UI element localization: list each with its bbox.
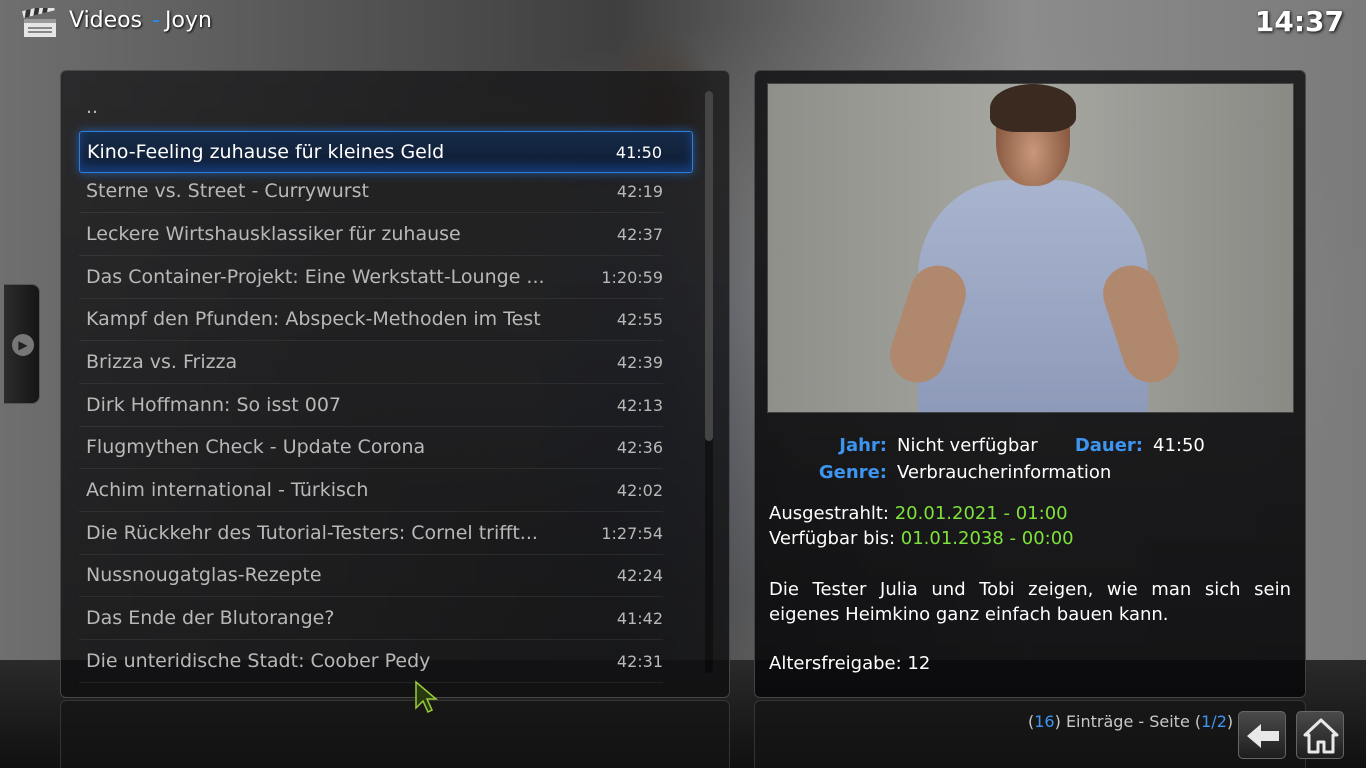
home-icon (1303, 718, 1339, 754)
year-value: Nicht verfügbar (897, 435, 1038, 456)
duration-value: 41:50 (1153, 435, 1205, 456)
list-item-duration: 42:36 (616, 438, 663, 457)
genre-value: Verbraucherinformation (897, 462, 1112, 483)
entries-paren: ) (1226, 712, 1234, 731)
list-item[interactable]: Das Container-Projekt: Eine Werkstatt-Lo… (79, 257, 663, 299)
back-button[interactable] (1238, 711, 1286, 759)
list-item-duration: 42:55 (616, 310, 663, 329)
aired-line: Ausgestrahlt: 20.01.2021 - 01:00 (769, 503, 1068, 524)
list-item-title: Das Container-Projekt: Eine Werkstatt-Lo… (86, 266, 545, 288)
list-item-duration: 42:19 (616, 182, 663, 201)
list-item-duration: 42:13 (616, 396, 663, 415)
list-item-parent[interactable]: .. (79, 87, 663, 129)
list-item-title: Dirk Hoffmann: So isst 007 (86, 394, 341, 416)
list-item-title: Das Ende der Blutorange? (86, 607, 335, 629)
available-label: Verfügbar bis: (769, 528, 896, 549)
info-panel: Jahr: Nicht verfügbar Dauer: 41:50 Genre… (754, 70, 1306, 698)
list-scrollbar[interactable] (705, 91, 713, 673)
list-item[interactable]: Sterne vs. Street - Currywurst 42:19 (79, 171, 663, 213)
list-item[interactable]: Achim international - Türkisch 42:02 (79, 470, 663, 512)
list-item-duration: 42:24 (616, 566, 663, 585)
lower-left-panel (60, 700, 730, 768)
clapperboard-icon (22, 8, 56, 37)
year-label: Jahr: (839, 435, 887, 456)
list-item-title: Achim international - Türkisch (86, 479, 369, 501)
list-item[interactable]: Flugmythen Check - Update Corona 42:36 (79, 427, 663, 469)
list-item-duration: 42:37 (616, 225, 663, 244)
back-arrow-icon (1247, 724, 1279, 748)
list-item-duration: 41:50 (615, 143, 662, 162)
list-item-title: Kampf den Pfunden: Abspeck-Methoden im T… (86, 308, 541, 330)
list-item-title: Leckere Wirtshausklassiker für zuhause (86, 223, 461, 245)
aired-label: Ausgestrahlt: (769, 503, 889, 524)
entries-count: (16) Einträge - Seite (1/2) (1028, 712, 1233, 731)
age-rating: Altersfreigabe: 12 (769, 653, 931, 674)
list-item[interactable]: Das Ende der Blutorange? 41:42 (79, 598, 663, 640)
list-item-title: Flugmythen Check - Update Corona (86, 436, 426, 458)
list-item-title: Kino-Feeling zuhause für kleines Geld (87, 141, 445, 163)
list-item[interactable]: Dirk Hoffmann: So isst 007 42:13 (79, 385, 663, 427)
side-menu-tab[interactable]: ▶ (4, 284, 40, 404)
home-button[interactable] (1296, 711, 1344, 759)
source-title: Joyn (165, 8, 212, 33)
list-item[interactable]: Die Rückkehr des Tutorial-Testers: Corne… (79, 513, 663, 555)
list-item-duration: 1:27:54 (601, 524, 663, 543)
window-title: Videos (69, 8, 143, 33)
list-item[interactable]: Brizza vs. Frizza 42:39 (79, 342, 663, 384)
entries-text: ) Einträge - Seite ( (1054, 712, 1202, 731)
duration-label: Dauer: (1074, 435, 1143, 456)
episode-thumbnail (767, 83, 1294, 413)
entries-number: 16 (1034, 712, 1055, 731)
parent-folder-label: .. (86, 96, 99, 118)
page-number: 1/2 (1201, 712, 1227, 731)
thumbnail-figure (990, 84, 1076, 132)
list-item[interactable]: Die unteridische Stadt: Coober Pedy 42:3… (79, 641, 663, 683)
available-line: Verfügbar bis: 01.01.2038 - 00:00 (769, 528, 1074, 549)
list-item-title: Die Rückkehr des Tutorial-Testers: Corne… (86, 522, 538, 544)
header: Videos - Joyn 14:37 (0, 0, 1366, 48)
list-item[interactable]: Kampf den Pfunden: Abspeck-Methoden im T… (79, 299, 663, 341)
list-item-title: Die unteridische Stadt: Coober Pedy (86, 650, 431, 672)
list-item-duration: 42:39 (616, 353, 663, 372)
list-item-duration: 42:02 (616, 481, 663, 500)
plot-text: Die Tester Julia und Tobi zeigen, wie ma… (769, 579, 1291, 625)
list-item-duration: 1:20:59 (601, 268, 663, 287)
mouse-cursor-icon (415, 680, 439, 714)
scrollbar-thumb[interactable] (705, 91, 713, 441)
list-item[interactable]: Kino-Feeling zuhause für kleines Geld 41… (79, 131, 693, 173)
list-item-title: Nussnougatglas-Rezepte (86, 564, 322, 586)
title-separator: - (152, 8, 160, 33)
list-item-duration: 41:42 (616, 609, 663, 628)
aired-value: 20.01.2021 - 01:00 (894, 503, 1068, 524)
lower-right-panel (754, 700, 1306, 768)
chevron-right-icon: ▶ (12, 334, 34, 356)
list-item[interactable]: Nussnougatglas-Rezepte 42:24 (79, 555, 663, 597)
list-item-duration: 42:31 (616, 652, 663, 671)
list-item[interactable]: Leckere Wirtshausklassiker für zuhause 4… (79, 214, 663, 256)
available-value: 01.01.2038 - 00:00 (900, 528, 1074, 549)
list-item-title: Sterne vs. Street - Currywurst (86, 180, 369, 202)
list-item-title: Brizza vs. Frizza (86, 351, 238, 373)
clock: 14:37 (1254, 5, 1344, 38)
episode-list: .. Kino-Feeling zuhause für kleines Geld… (60, 70, 730, 698)
genre-label: Genre: (818, 462, 887, 483)
